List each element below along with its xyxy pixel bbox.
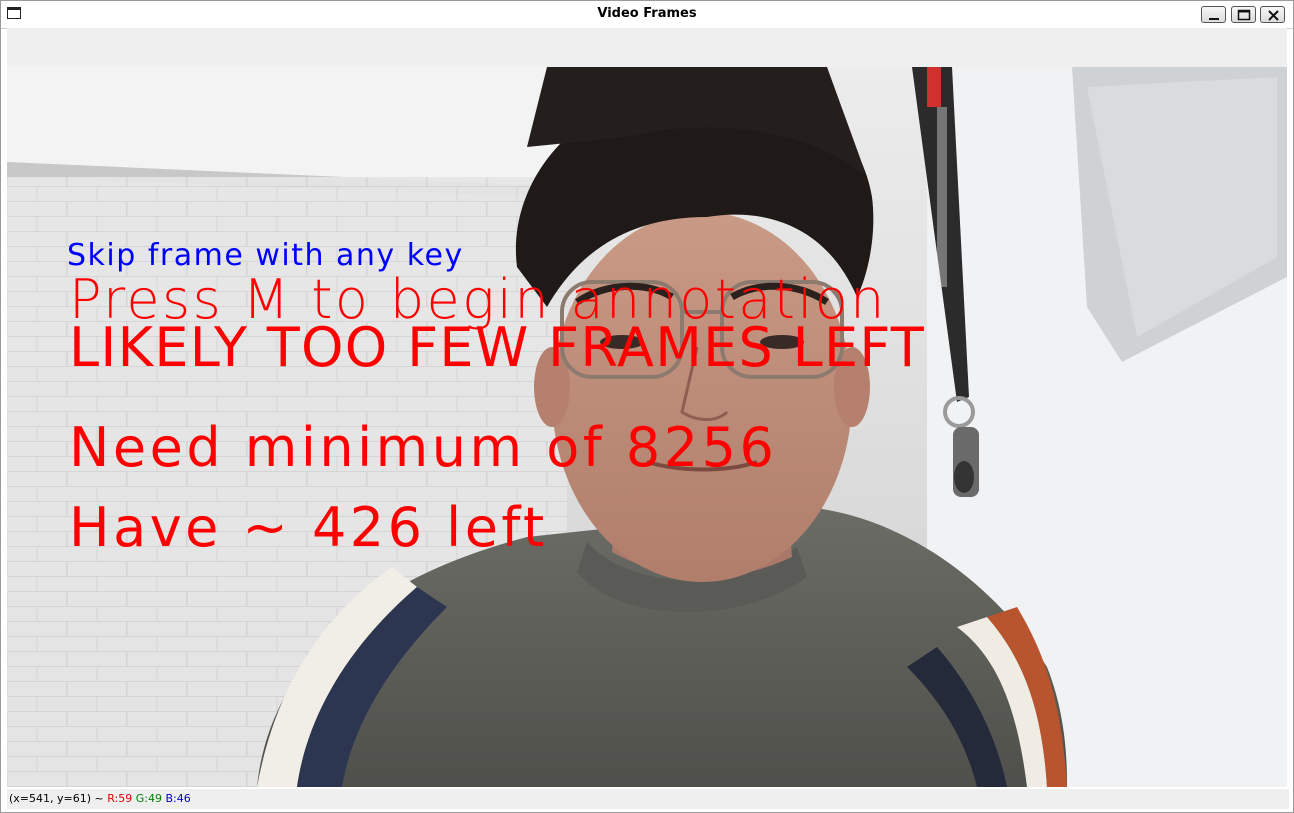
minimize-button[interactable] <box>1201 6 1226 23</box>
toolbar-area <box>7 28 1287 68</box>
skip-frame-hint: Skip frame with any key <box>67 238 464 273</box>
pixel-blue-value: B:46 <box>165 792 191 805</box>
video-frames-window: Video Frames Skip frame with any key Pre… <box>0 0 1294 813</box>
video-frame-canvas[interactable]: Skip frame with any key Press M to begin… <box>7 67 1287 787</box>
minimum-frames-needed: Need minimum of 8256 <box>69 416 778 479</box>
pixel-red-value: R:59 <box>107 792 133 805</box>
frames-remaining: Have ~ 426 left <box>69 496 548 559</box>
window-title: Video Frames <box>597 6 697 21</box>
status-bar: (x=541, y=61) ~ R:59 G:49 B:46 <box>7 789 1289 809</box>
cursor-coordinates: (x=541, y=61) ~ <box>9 792 104 805</box>
close-button[interactable] <box>1260 6 1285 23</box>
minimize-icon <box>1209 18 1219 20</box>
close-icon <box>1268 10 1279 21</box>
maximize-button[interactable] <box>1231 6 1256 23</box>
pixel-green-value: G:49 <box>135 792 162 805</box>
title-bar[interactable]: Video Frames <box>1 1 1293 29</box>
too-few-frames-warning: LIKELY TOO FEW FRAMES LEFT <box>69 316 926 379</box>
maximize-icon <box>1237 9 1251 21</box>
